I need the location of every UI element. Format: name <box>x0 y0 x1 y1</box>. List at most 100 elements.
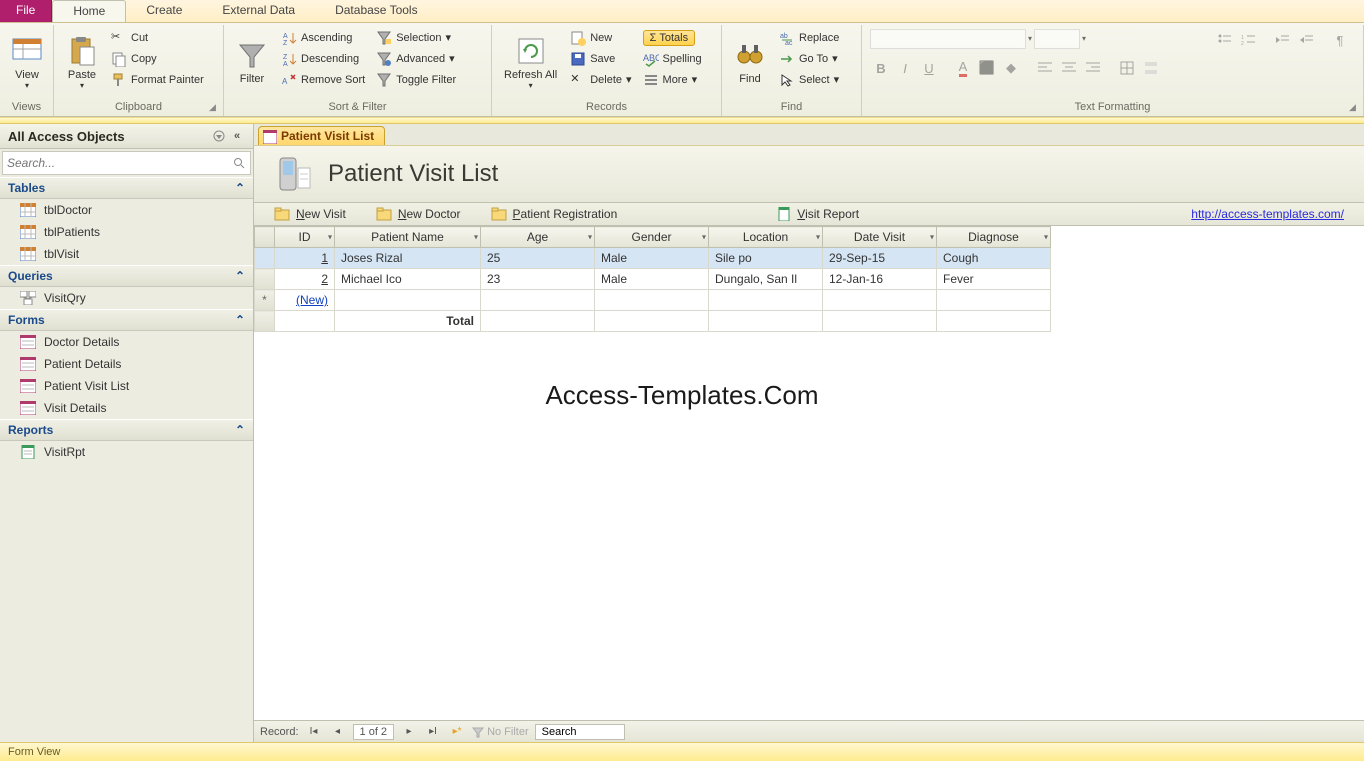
next-record-button[interactable]: ▸ <box>400 724 418 740</box>
visit-report-link[interactable]: Visit Report <box>777 207 859 221</box>
database-tools-tab[interactable]: Database Tools <box>315 0 438 22</box>
new-record-nav-button[interactable]: ▸* <box>448 724 466 740</box>
col-diagnose[interactable]: Diagnose▾ <box>937 227 1051 248</box>
nav-item-tbldoctor[interactable]: tblDoctor <box>0 199 253 221</box>
col-age[interactable]: Age▾ <box>481 227 595 248</box>
filter-button[interactable]: Filter <box>230 27 274 97</box>
selection-button[interactable]: Selection ▾ <box>372 27 460 48</box>
advanced-button[interactable]: Advanced ▾ <box>372 48 460 69</box>
refresh-all-button[interactable]: Refresh All▾ <box>498 27 563 97</box>
cell-location[interactable]: Sile po <box>709 248 823 269</box>
nav-cat-forms[interactable]: Forms⌃ <box>0 309 253 331</box>
new-doctor-link[interactable]: New Doctor <box>376 207 461 221</box>
cell-location[interactable]: Dungalo, San Il <box>709 269 823 290</box>
new-visit-link[interactable]: NNew Visitew Visit <box>274 207 346 221</box>
view-button[interactable]: View▾ <box>6 27 48 97</box>
replace-button[interactable]: abacReplace <box>775 27 843 48</box>
last-record-button[interactable]: ▸I <box>424 724 442 740</box>
copy-button[interactable]: Copy <box>107 48 208 69</box>
no-filter-indicator[interactable]: No Filter <box>472 726 529 738</box>
chevron-down-icon[interactable]: ▾ <box>474 233 478 242</box>
more-button[interactable]: More ▾ <box>639 69 706 90</box>
website-link[interactable]: http://access-templates.com/ <box>1191 207 1344 221</box>
goto-button[interactable]: Go To ▾ <box>775 48 843 69</box>
chevron-down-icon[interactable]: ▾ <box>930 233 934 242</box>
nav-item-tblvisit[interactable]: tblVisit <box>0 243 253 265</box>
cut-button[interactable]: ✂Cut <box>107 27 208 48</box>
table-row[interactable]: 2 Michael Ico 23 Male Dungalo, San Il 12… <box>255 269 1051 290</box>
document-tab[interactable]: Patient Visit List <box>258 126 385 145</box>
nav-search-input[interactable] <box>7 154 232 172</box>
alt-row-color-button[interactable] <box>1140 57 1162 79</box>
fill-button[interactable]: ◆ <box>1000 57 1022 79</box>
select-all-corner[interactable] <box>255 227 275 248</box>
cell-gender[interactable]: Male <box>595 248 709 269</box>
nav-item-patient-visit-list[interactable]: Patient Visit List <box>0 375 253 397</box>
chevron-down-icon[interactable]: ▾ <box>328 233 332 242</box>
table-row[interactable]: 1 Joses Rizal 25 Male Sile po 29-Sep-15 … <box>255 248 1051 269</box>
cell-diag[interactable]: Fever <box>937 269 1051 290</box>
record-position[interactable]: 1 of 2 <box>353 724 395 740</box>
nav-item-visitqry[interactable]: VisitQry <box>0 287 253 309</box>
cell-date[interactable]: 29-Sep-15 <box>823 248 937 269</box>
row-selector[interactable] <box>255 269 275 290</box>
cell-name[interactable]: Joses Rizal <box>335 248 481 269</box>
cell-id[interactable]: 1 <box>275 248 335 269</box>
decrease-indent-button[interactable] <box>1271 29 1293 51</box>
cell-age[interactable]: 23 <box>481 269 595 290</box>
chevron-down-icon[interactable]: ▾ <box>1044 233 1048 242</box>
numbering-button[interactable]: 12 <box>1237 29 1259 51</box>
remove-sort-button[interactable]: ARemove Sort <box>277 69 369 90</box>
save-button[interactable]: Save <box>566 48 635 69</box>
nav-dropdown-button[interactable] <box>211 128 227 144</box>
nav-item-patient-details[interactable]: Patient Details <box>0 353 253 375</box>
highlight-button[interactable]: ⬛ <box>976 57 998 79</box>
search-icon[interactable] <box>232 156 246 170</box>
nav-cat-reports[interactable]: Reports⌃ <box>0 419 253 441</box>
new-row[interactable]: * (New) <box>255 290 1051 311</box>
align-left-button[interactable] <box>1034 57 1056 79</box>
col-id[interactable]: ID▾ <box>275 227 335 248</box>
spelling-button[interactable]: ABCSpelling <box>639 48 706 69</box>
home-tab[interactable]: Home <box>52 0 126 22</box>
external-data-tab[interactable]: External Data <box>202 0 315 22</box>
col-patient-name[interactable]: Patient Name▾ <box>335 227 481 248</box>
clipboard-dialog-launcher[interactable]: ◢ <box>209 102 221 114</box>
cell-gender[interactable]: Male <box>595 269 709 290</box>
align-center-button[interactable] <box>1058 57 1080 79</box>
patient-registration-link[interactable]: Patient Registration <box>491 207 618 221</box>
col-location[interactable]: Location▾ <box>709 227 823 248</box>
italic-button[interactable]: I <box>894 57 916 79</box>
format-painter-button[interactable]: Format Painter <box>107 69 208 90</box>
gridlines-button[interactable] <box>1116 57 1138 79</box>
nav-item-tblpatients[interactable]: tblPatients <box>0 221 253 243</box>
select-button[interactable]: Select ▾ <box>775 69 843 90</box>
nav-cat-tables[interactable]: Tables⌃ <box>0 177 253 199</box>
ascending-button[interactable]: AZAscending <box>277 27 369 48</box>
delete-button[interactable]: ✕Delete ▾ <box>566 69 635 90</box>
file-tab[interactable]: File <box>0 0 52 22</box>
record-search-input[interactable] <box>535 724 625 740</box>
cell-age[interactable]: 25 <box>481 248 595 269</box>
bold-button[interactable]: B <box>870 57 892 79</box>
first-record-button[interactable]: I◂ <box>305 724 323 740</box>
new-record-button[interactable]: New <box>566 27 635 48</box>
toggle-filter-button[interactable]: Toggle Filter <box>372 69 460 90</box>
cell-diag[interactable]: Cough <box>937 248 1051 269</box>
cell-id[interactable]: 2 <box>275 269 335 290</box>
find-button[interactable]: Find <box>728 27 772 97</box>
nav-cat-queries[interactable]: Queries⌃ <box>0 265 253 287</box>
underline-button[interactable]: U <box>918 57 940 79</box>
nav-collapse-button[interactable]: « <box>229 128 245 144</box>
align-right-button[interactable] <box>1082 57 1104 79</box>
col-date-visit[interactable]: Date Visit▾ <box>823 227 937 248</box>
bullets-button[interactable] <box>1213 29 1235 51</box>
nav-search[interactable] <box>2 151 251 175</box>
increase-indent-button[interactable] <box>1295 29 1317 51</box>
col-gender[interactable]: Gender▾ <box>595 227 709 248</box>
chevron-down-icon[interactable]: ▾ <box>816 233 820 242</box>
textfmt-dialog-launcher[interactable]: ◢ <box>1349 102 1361 114</box>
cell-name[interactable]: Michael Ico <box>335 269 481 290</box>
nav-item-doctor-details[interactable]: Doctor Details <box>0 331 253 353</box>
totals-button[interactable]: ΣTotals <box>639 27 706 48</box>
